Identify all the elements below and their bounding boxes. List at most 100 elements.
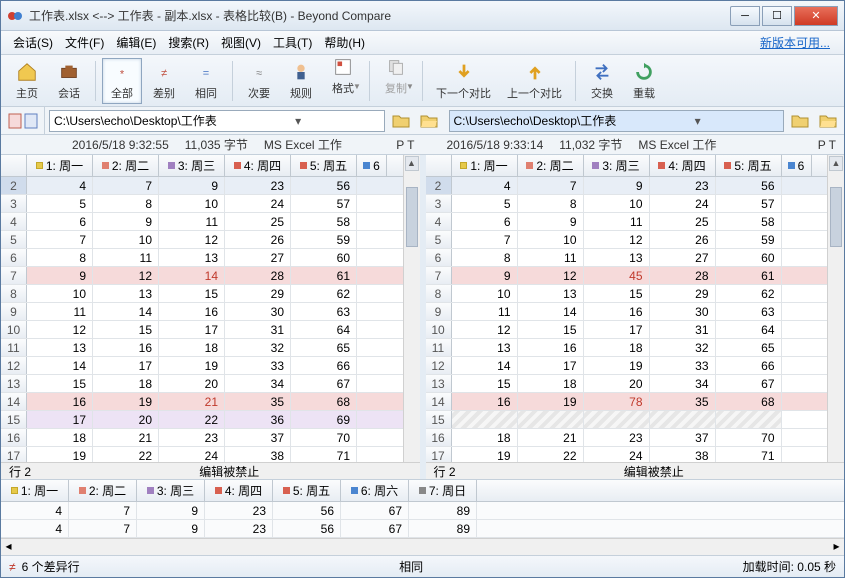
- cell[interactable]: 13: [93, 285, 159, 302]
- cell[interactable]: 78: [584, 393, 650, 410]
- cell[interactable]: 15: [584, 285, 650, 302]
- cell[interactable]: 9: [159, 177, 225, 194]
- col-header[interactable]: 6: [782, 155, 812, 176]
- cell[interactable]: 5: [27, 195, 93, 212]
- cell[interactable]: 11: [584, 213, 650, 230]
- cell[interactable]: 17: [518, 357, 584, 374]
- close-button[interactable]: ✕: [794, 6, 838, 26]
- cell[interactable]: 21: [159, 393, 225, 410]
- cell[interactable]: 24: [584, 447, 650, 462]
- cell[interactable]: 21: [93, 429, 159, 446]
- table-row[interactable]: 7912142861: [1, 267, 403, 285]
- cell[interactable]: 31: [650, 321, 716, 338]
- cell[interactable]: 8: [518, 195, 584, 212]
- compare-mode-icon[interactable]: [1, 107, 45, 134]
- table-row[interactable]: 7912452861: [426, 267, 828, 285]
- cell[interactable]: 66: [716, 357, 782, 374]
- cell[interactable]: 65: [716, 339, 782, 356]
- maximize-button[interactable]: ☐: [762, 6, 792, 26]
- cell[interactable]: 21: [518, 429, 584, 446]
- cell[interactable]: 16: [584, 303, 650, 320]
- right-vscroll[interactable]: ▲: [827, 155, 844, 462]
- col-header[interactable]: 3: 周三: [159, 155, 225, 176]
- cell[interactable]: 11: [159, 213, 225, 230]
- cell[interactable]: 7: [27, 231, 93, 248]
- detail-col-header[interactable]: 2: 周二: [69, 480, 137, 501]
- cell[interactable]: 24: [159, 447, 225, 462]
- cell[interactable]: [584, 411, 650, 428]
- cell[interactable]: 17: [93, 357, 159, 374]
- table-row[interactable]: 161821233770: [1, 429, 403, 447]
- cell[interactable]: 17: [27, 411, 93, 428]
- cell[interactable]: 10: [452, 285, 518, 302]
- cell[interactable]: 18: [93, 375, 159, 392]
- cell[interactable]: 26: [650, 231, 716, 248]
- table-row[interactable]: 5710122659: [426, 231, 828, 249]
- table-row[interactable]: 171922243871: [426, 447, 828, 462]
- cell[interactable]: 25: [225, 213, 291, 230]
- toolbar-same-button[interactable]: =相同: [186, 58, 226, 104]
- cell[interactable]: 22: [518, 447, 584, 462]
- table-row[interactable]: 111316183265: [1, 339, 403, 357]
- menu-3[interactable]: 搜索(R): [162, 32, 215, 53]
- new-version-link[interactable]: 新版本可用...: [760, 34, 838, 51]
- cell[interactable]: 17: [159, 321, 225, 338]
- cell[interactable]: [716, 411, 782, 428]
- cell[interactable]: 24: [225, 195, 291, 212]
- right-grid-body[interactable]: 2479235635810245746911255857101226596811…: [426, 177, 828, 462]
- cell[interactable]: 32: [225, 339, 291, 356]
- cell[interactable]: 14: [159, 267, 225, 284]
- cell[interactable]: 10: [159, 195, 225, 212]
- table-row[interactable]: 81013152962: [426, 285, 828, 303]
- cell[interactable]: 70: [716, 429, 782, 446]
- cell[interactable]: 27: [650, 249, 716, 266]
- cell[interactable]: 59: [291, 231, 357, 248]
- table-row[interactable]: 131518203467: [1, 375, 403, 393]
- table-row[interactable]: 131518203467: [426, 375, 828, 393]
- cell[interactable]: 14: [452, 357, 518, 374]
- titlebar[interactable]: 工作表.xlsx <--> 工作表 - 副本.xlsx - 表格比较(B) - …: [1, 1, 844, 31]
- cell[interactable]: 7: [452, 231, 518, 248]
- cell[interactable]: 27: [225, 249, 291, 266]
- table-row[interactable]: 141619213568: [1, 393, 403, 411]
- cell[interactable]: 61: [291, 267, 357, 284]
- table-row[interactable]: 15: [426, 411, 828, 429]
- cell[interactable]: 23: [584, 429, 650, 446]
- cell[interactable]: 70: [291, 429, 357, 446]
- detail-col-header[interactable]: 3: 周三: [137, 480, 205, 501]
- left-path-input[interactable]: C:\Users\echo\Desktop\工作表.xlsx ▾: [49, 110, 385, 132]
- cell[interactable]: 10: [518, 231, 584, 248]
- detail-row[interactable]: 47923566789: [1, 520, 844, 538]
- cell[interactable]: 33: [650, 357, 716, 374]
- detail-col-header[interactable]: 7: 周日: [409, 480, 477, 501]
- cell[interactable]: 8: [452, 249, 518, 266]
- cell[interactable]: 15: [93, 321, 159, 338]
- cell[interactable]: 26: [225, 231, 291, 248]
- table-row[interactable]: 358102457: [426, 195, 828, 213]
- cell[interactable]: 35: [650, 393, 716, 410]
- col-header[interactable]: 1: 周一: [27, 155, 93, 176]
- toolbar-next-button[interactable]: 下一个对比: [429, 58, 498, 104]
- cell[interactable]: 7: [518, 177, 584, 194]
- cell[interactable]: 66: [291, 357, 357, 374]
- col-header[interactable]: 6: [357, 155, 387, 176]
- cell[interactable]: 20: [584, 375, 650, 392]
- toolbar-format-button[interactable]: 格式▼: [323, 53, 363, 108]
- table-row[interactable]: 91114163063: [1, 303, 403, 321]
- detail-header[interactable]: 1: 周一2: 周二3: 周三4: 周四5: 周五6: 周六7: 周日: [1, 480, 844, 502]
- cell[interactable]: 37: [225, 429, 291, 446]
- cell[interactable]: 30: [650, 303, 716, 320]
- cell[interactable]: 14: [93, 303, 159, 320]
- cell[interactable]: 13: [452, 339, 518, 356]
- menu-4[interactable]: 视图(V): [215, 32, 267, 53]
- table-row[interactable]: 5710122659: [1, 231, 403, 249]
- table-row[interactable]: 358102457: [1, 195, 403, 213]
- cell[interactable]: 71: [716, 447, 782, 462]
- left-browse-icon[interactable]: [392, 113, 410, 129]
- cell[interactable]: 11: [518, 249, 584, 266]
- cell[interactable]: 62: [716, 285, 782, 302]
- cell[interactable]: 13: [27, 339, 93, 356]
- cell[interactable]: 20: [159, 375, 225, 392]
- cell[interactable]: 31: [225, 321, 291, 338]
- cell[interactable]: 4: [27, 177, 93, 194]
